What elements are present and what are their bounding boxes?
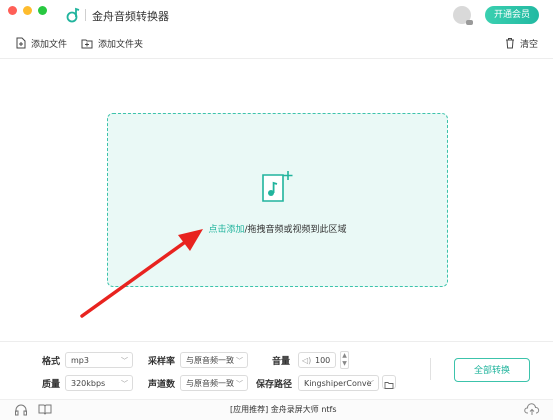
save-path-select[interactable]: KingshiperConve ﹀ bbox=[298, 375, 379, 391]
add-file-label: 添加文件 bbox=[31, 39, 68, 50]
zoom-window-button[interactable] bbox=[38, 6, 47, 15]
chevron-down-icon: ﹀ bbox=[121, 357, 128, 365]
chevron-down-icon: ﹀ bbox=[236, 357, 243, 365]
stepper-down-icon[interactable]: ▼ bbox=[341, 360, 348, 368]
convert-all-button[interactable]: 全部转换 bbox=[454, 358, 530, 382]
headphones-icon[interactable] bbox=[14, 403, 28, 416]
chevron-down-icon: ﹀ bbox=[367, 380, 374, 388]
sample-rate-select[interactable]: 与原音频一致 ﹀ bbox=[180, 352, 248, 368]
trash-icon bbox=[506, 38, 514, 49]
book-icon[interactable] bbox=[38, 403, 52, 415]
add-folder-button[interactable]: 添加文件夹 bbox=[81, 36, 143, 50]
settings-panel: 格式 mp3 ﹀ 质量 320kbps ﹀ 采样率 与原音频一致 ﹀ 声道数 与… bbox=[0, 341, 553, 400]
quality-value: 320kbps bbox=[71, 379, 106, 388]
sample-rate-value: 与原音频一致 bbox=[186, 356, 234, 365]
clear-button[interactable]: 清空 bbox=[505, 36, 538, 50]
click-add-link[interactable]: 点击添加 bbox=[208, 225, 244, 235]
channels-label: 声道数 bbox=[148, 380, 176, 390]
save-path-label: 保存路径 bbox=[256, 380, 293, 390]
sample-rate-label: 采样率 bbox=[148, 357, 176, 367]
format-select[interactable]: mp3 ﹀ bbox=[65, 352, 133, 368]
add-file-icon bbox=[16, 37, 26, 49]
cloud-upload-icon[interactable] bbox=[524, 403, 540, 416]
save-path-value: KingshiperConve bbox=[304, 379, 372, 388]
channels-select[interactable]: 与原音频一致 ﹀ bbox=[180, 375, 248, 391]
minimize-window-button[interactable] bbox=[23, 6, 32, 15]
user-avatar[interactable] bbox=[453, 6, 473, 25]
add-file-button[interactable]: 添加文件 bbox=[16, 36, 67, 50]
stepper-up-icon[interactable]: ▲ bbox=[341, 352, 348, 360]
app-logo-icon bbox=[66, 7, 80, 23]
open-vip-button[interactable]: 开通会员 bbox=[485, 6, 539, 24]
quality-select[interactable]: 320kbps ﹀ bbox=[65, 375, 133, 391]
clear-label: 清空 bbox=[520, 39, 539, 50]
title-bar: 金舟音频转换器 开通会员 bbox=[0, 0, 553, 30]
folder-icon bbox=[384, 382, 394, 389]
volume-label: 音量 bbox=[272, 357, 291, 367]
settings-divider bbox=[430, 358, 431, 380]
drop-instruction: 点击添加/拖拽音频或视频到此区域 bbox=[108, 222, 447, 235]
speaker-icon: ◁) bbox=[302, 356, 312, 365]
add-audio-icon bbox=[262, 171, 293, 202]
channels-value: 与原音频一致 bbox=[186, 379, 234, 388]
volume-stepper[interactable]: ▲ ▼ bbox=[340, 351, 349, 369]
app-recommendation[interactable]: [应用推荐] 金舟录屏大师 ntfs bbox=[230, 404, 337, 415]
drag-hint: /拖拽音频或视频到此区域 bbox=[244, 225, 347, 235]
volume-value: 100 bbox=[315, 356, 331, 365]
app-title: 金舟音频转换器 bbox=[92, 10, 169, 23]
bottom-bar: [应用推荐] 金舟录屏大师 ntfs bbox=[0, 399, 553, 420]
close-window-button[interactable] bbox=[8, 6, 17, 15]
volume-input[interactable]: ◁) 100 bbox=[298, 352, 336, 368]
toolbar: 添加文件 添加文件夹 清空 bbox=[0, 30, 553, 59]
add-folder-label: 添加文件夹 bbox=[98, 39, 144, 50]
format-label: 格式 bbox=[42, 357, 61, 367]
chevron-down-icon: ﹀ bbox=[236, 380, 243, 388]
chevron-down-icon: ﹀ bbox=[121, 380, 128, 388]
drop-zone[interactable]: 点击添加/拖拽音频或视频到此区域 bbox=[107, 113, 448, 287]
title-divider bbox=[85, 9, 86, 21]
quality-label: 质量 bbox=[42, 380, 61, 390]
open-folder-button[interactable] bbox=[382, 375, 396, 389]
add-folder-icon bbox=[81, 39, 93, 48]
format-value: mp3 bbox=[71, 356, 89, 365]
